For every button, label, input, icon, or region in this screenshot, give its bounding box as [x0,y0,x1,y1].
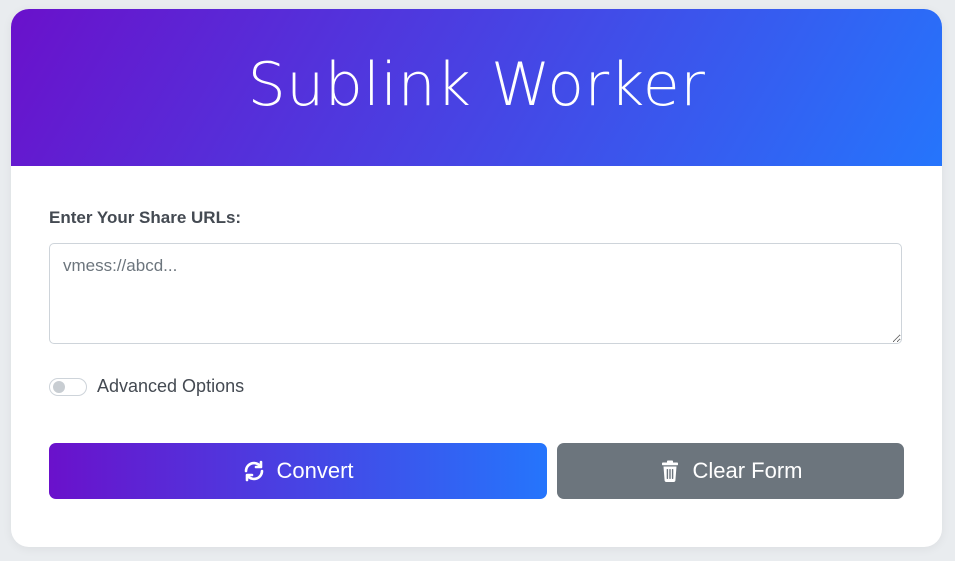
share-urls-label: Enter Your Share URLs: [49,208,242,227]
advanced-options-toggle-row[interactable]: Advanced Options [49,376,244,397]
advanced-options-switch[interactable] [49,377,87,396]
switch-knob [53,380,65,393]
clear-form-button[interactable]: Clear Form [557,443,904,499]
convert-button-label: Convert [276,458,354,483]
convert-button[interactable]: Convert [49,443,547,499]
page-title: Sublink Worker [247,49,706,120]
share-urls-textarea[interactable] [49,243,902,344]
sync-icon [242,459,266,483]
trash-icon [658,459,682,483]
clear-form-button-label: Clear Form [692,458,803,483]
page-header: Sublink Worker [11,9,942,166]
advanced-options-label[interactable]: Advanced Options [97,376,244,397]
